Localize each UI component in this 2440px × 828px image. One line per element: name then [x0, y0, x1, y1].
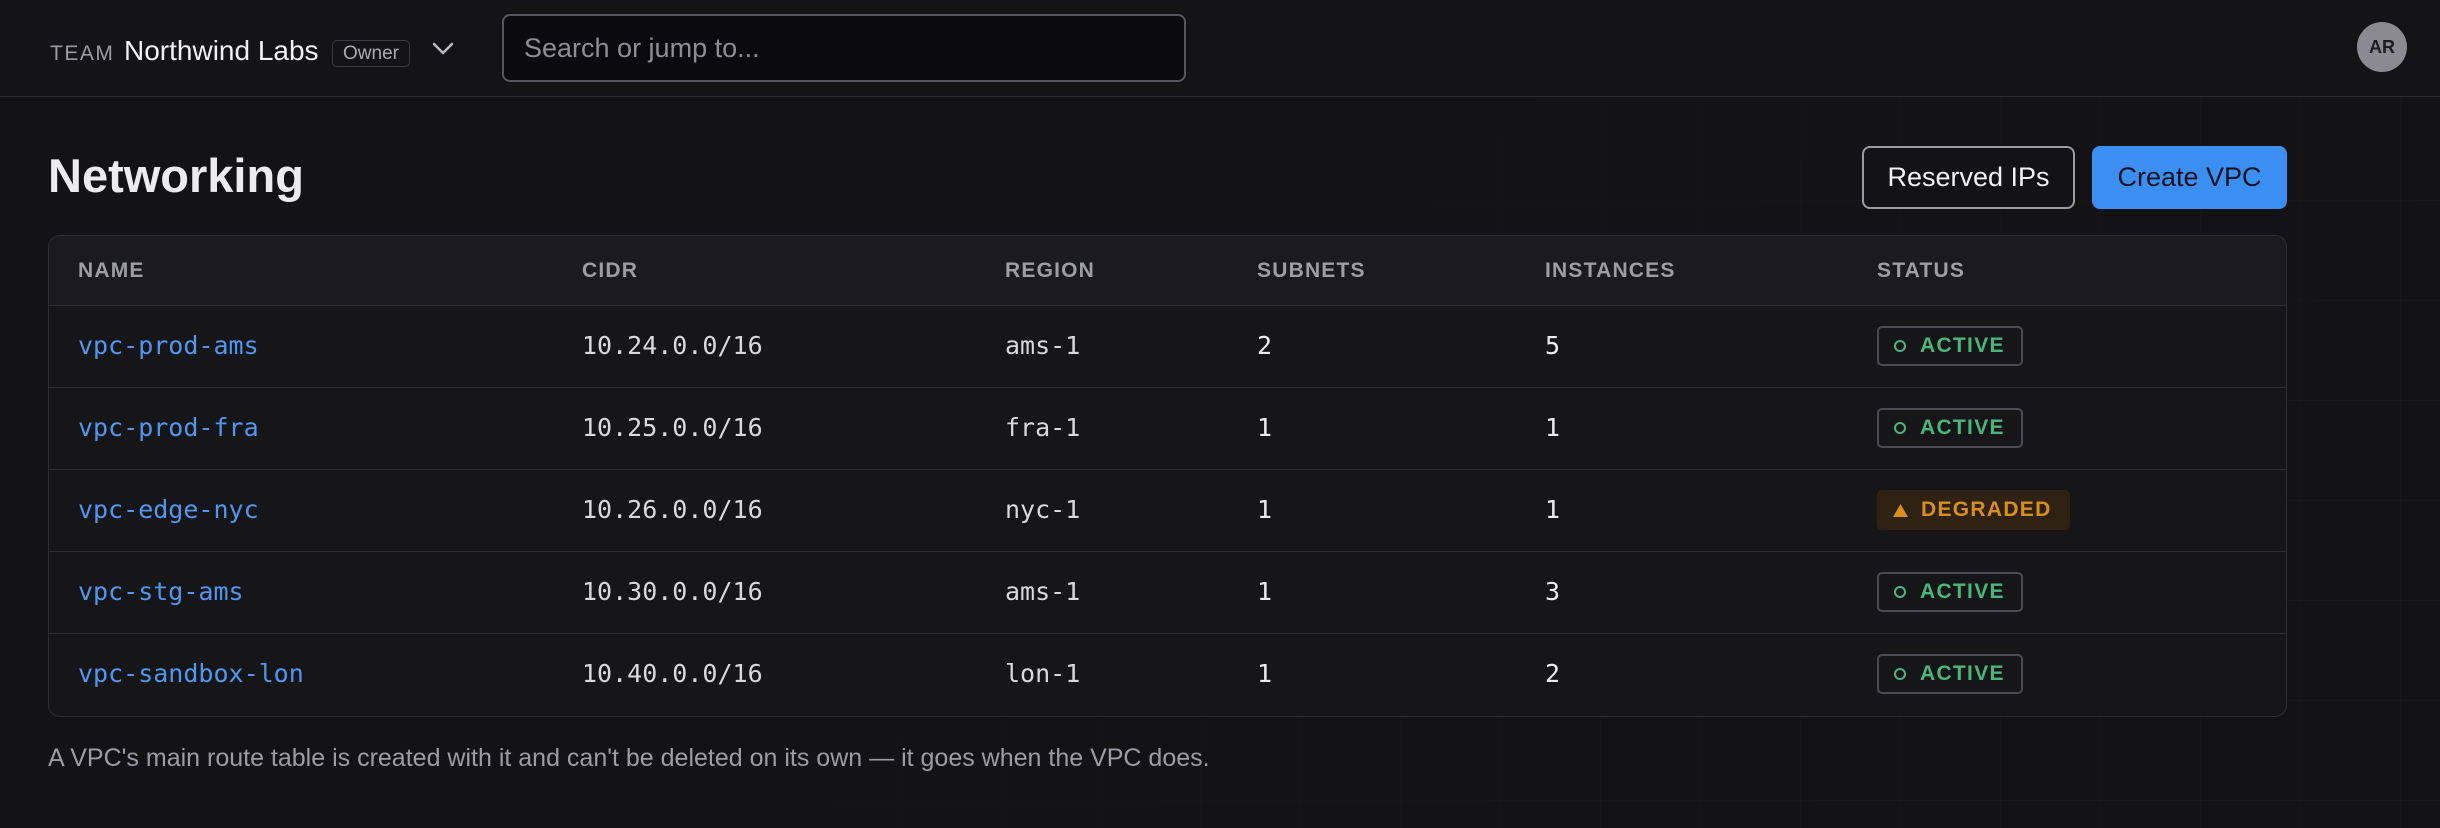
- footnote: A VPC's main route table is created with…: [48, 744, 1210, 772]
- instances-count: 3: [1545, 577, 1561, 606]
- status-badge: ACTIVE: [1877, 408, 2023, 448]
- table-row[interactable]: vpc-edge-nyc 10.26.0.0/16 nyc-1 1 1 DEGR…: [49, 470, 2286, 552]
- instances-count: 2: [1545, 659, 1561, 688]
- region-value: fra-1: [1005, 413, 1081, 442]
- vpc-name-link[interactable]: vpc-edge-nyc: [78, 495, 259, 524]
- table-row[interactable]: vpc-prod-fra 10.25.0.0/16 fra-1 1 1 ACTI…: [49, 388, 2286, 470]
- page-title: Networking: [48, 149, 304, 202]
- subnets-count: 1: [1257, 577, 1273, 606]
- column-header-cidr[interactable]: CIDR: [582, 259, 638, 283]
- cidr-value: 10.24.0.0/16: [582, 331, 763, 360]
- search-input[interactable]: [502, 14, 1186, 82]
- status-label: ACTIVE: [1920, 416, 2005, 439]
- subnets-count: 2: [1257, 331, 1273, 360]
- table-row[interactable]: vpc-prod-ams 10.24.0.0/16 ams-1 2 5 ACTI…: [49, 306, 2286, 388]
- team-name[interactable]: Northwind Labs: [124, 35, 319, 67]
- avatar[interactable]: AR: [2357, 22, 2407, 72]
- region-value: ams-1: [1005, 331, 1081, 360]
- status-badge: ACTIVE: [1877, 572, 2023, 612]
- column-header-subnets[interactable]: SUBNETS: [1257, 259, 1366, 283]
- circle-outline-icon: [1893, 585, 1907, 599]
- table-header: NAME CIDR REGION SUBNETS INSTANCES STATU…: [49, 236, 2286, 306]
- create-vpc-button[interactable]: Create VPC: [2092, 146, 2287, 209]
- role-badge: Owner: [332, 40, 410, 67]
- status-label: ACTIVE: [1920, 580, 2005, 603]
- circle-outline-icon: [1893, 339, 1907, 353]
- status-label: ACTIVE: [1920, 334, 2005, 357]
- status-label: ACTIVE: [1920, 662, 2005, 685]
- circle-outline-icon: [1893, 421, 1907, 435]
- column-header-status[interactable]: STATUS: [1877, 259, 1965, 283]
- cidr-value: 10.25.0.0/16: [582, 413, 763, 442]
- subnets-count: 1: [1257, 413, 1273, 442]
- region-value: ams-1: [1005, 577, 1081, 606]
- region-value: lon-1: [1005, 659, 1081, 688]
- vpc-name-link[interactable]: vpc-prod-ams: [78, 331, 259, 360]
- status-badge: DEGRADED: [1877, 490, 2070, 530]
- instances-count: 1: [1545, 495, 1561, 524]
- vpc-table: NAME CIDR REGION SUBNETS INSTANCES STATU…: [48, 235, 2287, 717]
- region-value: nyc-1: [1005, 495, 1081, 524]
- column-header-name[interactable]: NAME: [78, 259, 145, 283]
- reserved-ips-button[interactable]: Reserved IPs: [1862, 146, 2075, 209]
- instances-count: 5: [1545, 331, 1561, 360]
- column-header-instances[interactable]: INSTANCES: [1545, 259, 1676, 283]
- subnets-count: 1: [1257, 659, 1273, 688]
- chevron-down-icon[interactable]: [428, 34, 458, 64]
- status-label: DEGRADED: [1921, 498, 2052, 521]
- table-row[interactable]: vpc-sandbox-lon 10.40.0.0/16 lon-1 1 2 A…: [49, 634, 2286, 716]
- cidr-value: 10.30.0.0/16: [582, 577, 763, 606]
- vpc-name-link[interactable]: vpc-sandbox-lon: [78, 659, 304, 688]
- table-row[interactable]: vpc-stg-ams 10.30.0.0/16 ams-1 1 3 ACTIV…: [49, 552, 2286, 634]
- status-badge: ACTIVE: [1877, 326, 2023, 366]
- team-label: TEAM: [50, 42, 115, 65]
- vpc-name-link[interactable]: vpc-stg-ams: [78, 577, 244, 606]
- vpc-name-link[interactable]: vpc-prod-fra: [78, 413, 259, 442]
- status-badge: ACTIVE: [1877, 654, 2023, 694]
- instances-count: 1: [1545, 413, 1561, 442]
- warning-triangle-icon: [1893, 503, 1908, 517]
- top-bar: TEAM Northwind Labs Owner AR: [0, 0, 2440, 97]
- column-header-region[interactable]: REGION: [1005, 259, 1095, 283]
- subnets-count: 1: [1257, 495, 1273, 524]
- cidr-value: 10.40.0.0/16: [582, 659, 763, 688]
- circle-outline-icon: [1893, 667, 1907, 681]
- cidr-value: 10.26.0.0/16: [582, 495, 763, 524]
